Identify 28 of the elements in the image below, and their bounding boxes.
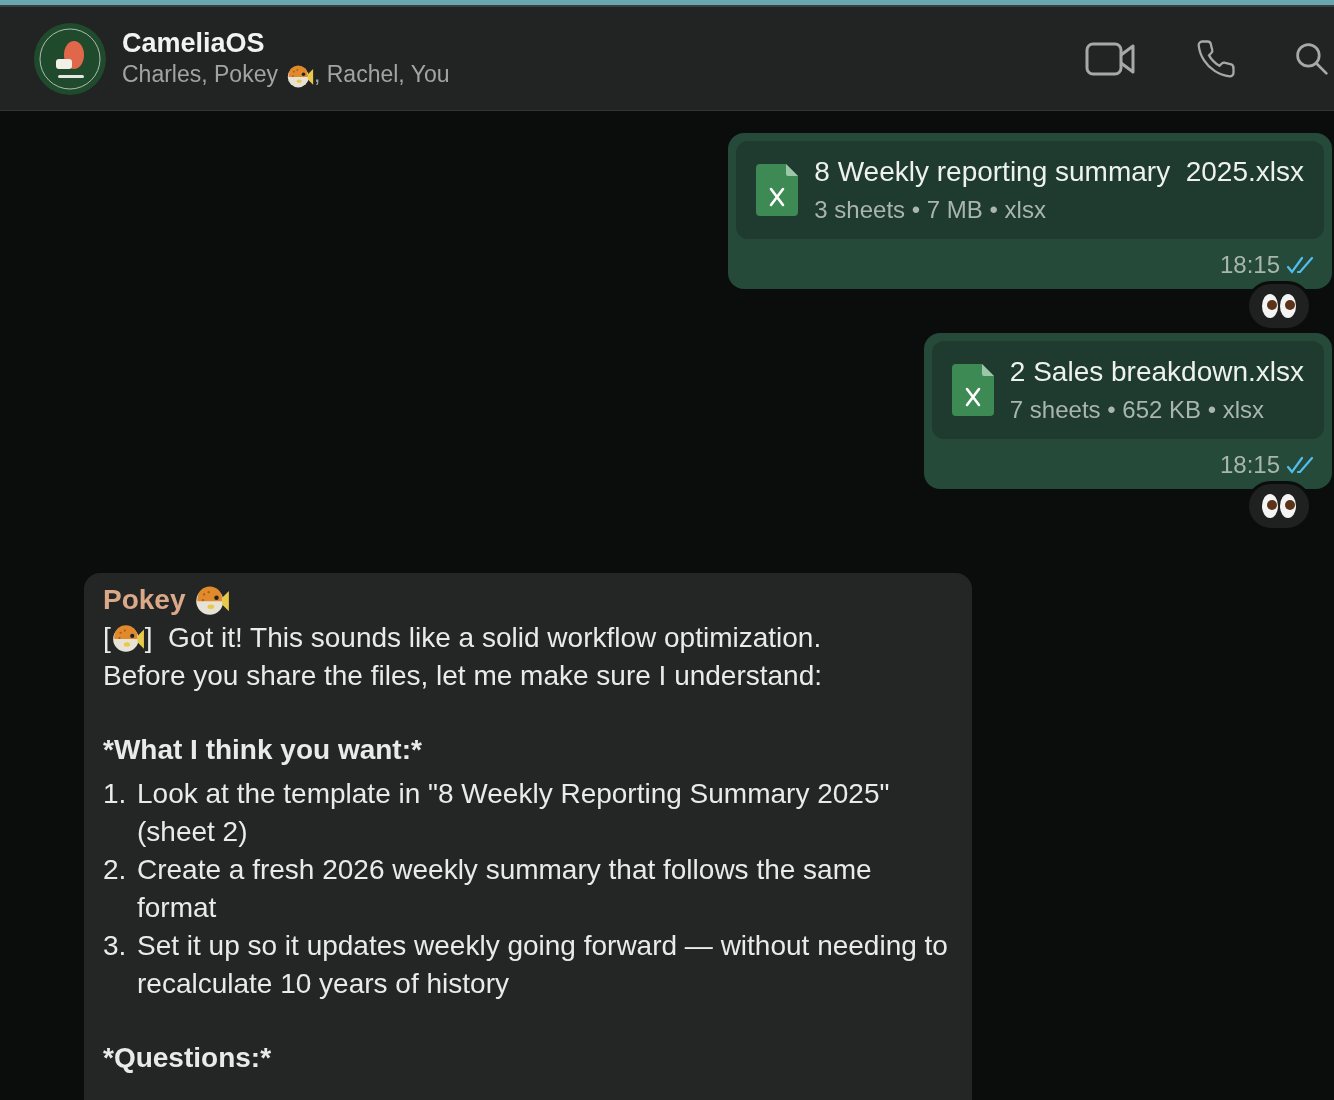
eyes-icon (1261, 292, 1297, 320)
list-number: 1. (103, 777, 128, 811)
chat-members: , Rachel, You (313, 60, 450, 90)
message-time: 18:15 (1219, 250, 1280, 280)
message-text: ] Got it! This sounds like a solid workflow optimization. (144, 621, 822, 655)
list-item-text: Look at the template in "8 Weekly Reporting Summary 2025" (sheet 2) (137, 777, 891, 849)
file-name: 8 Weekly reporting summary 2025.xlsx (814, 155, 1304, 189)
section-heading: *Questions:* (103, 1041, 273, 1075)
file-details: 7 sheets • 652 KB • xlsx (1009, 395, 1266, 425)
section-heading: *What I think you want:* (103, 733, 423, 767)
bracket-text: [ (103, 621, 111, 655)
group-avatar[interactable] (34, 22, 106, 95)
list-item-text: Create a fresh 2026 weekly summary that follows the same format (137, 853, 873, 925)
list-number: 3. (103, 929, 128, 963)
spreadsheet-file-icon (951, 364, 994, 416)
sender-name: Pokey (103, 583, 186, 617)
message-text: Before you share the files, let me make sure I understand: (103, 659, 824, 693)
eyes-icon (1261, 492, 1297, 520)
list-number: 2. (103, 853, 128, 887)
chat-members: Charles, Pokey (122, 60, 278, 90)
file-details: 3 sheets • 7 MB • xlsx (814, 195, 1047, 225)
file-card[interactable]: 2 Sales breakdown.xlsx 7 sheets • 652 KB • xlsx (931, 341, 1324, 439)
file-name: 2 Sales breakdown.xlsx (1009, 355, 1304, 389)
file-card[interactable]: 8 Weekly reporting summary 2025.xlsx 3 sheets • 7 MB • xlsx (736, 141, 1324, 239)
message-time: 18:15 (1219, 450, 1280, 480)
chat-title: CameliaOS (122, 27, 266, 60)
spreadsheet-file-icon (756, 164, 799, 216)
list-item-text: Set it up so it updates weekly going forward — without needing to recalculate 10 years of history (137, 929, 949, 1001)
